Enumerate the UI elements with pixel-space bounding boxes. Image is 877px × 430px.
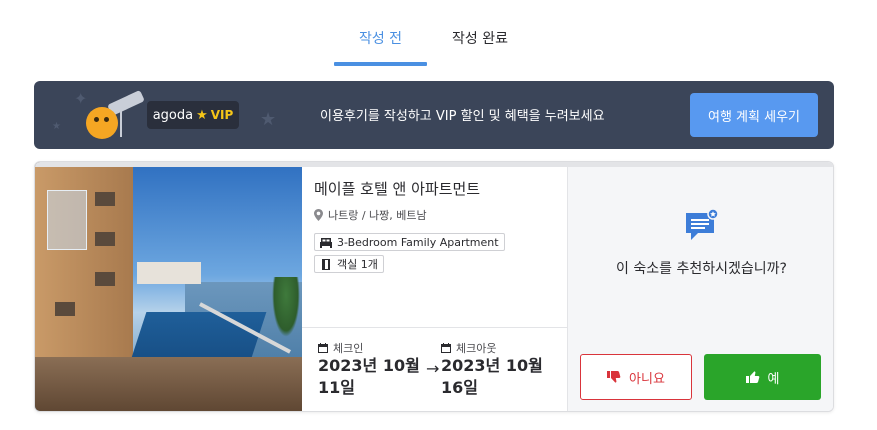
hotel-photo[interactable] bbox=[35, 162, 302, 411]
hotel-location: 나트랑 / 나짱, 베트남 bbox=[314, 207, 427, 223]
calendar-icon bbox=[318, 343, 328, 353]
vip-label: VIP bbox=[210, 108, 234, 122]
photo-deck bbox=[35, 357, 302, 411]
yes-label: 예 bbox=[767, 371, 780, 387]
banner-message: 이용후기를 작성하고 VIP 할인 및 혜택을 누려보세요 bbox=[320, 109, 605, 124]
room-type-tag: 3-Bedroom Family Apartment bbox=[314, 233, 505, 251]
checkin-label: 체크인 bbox=[318, 340, 363, 356]
location-text: 나트랑 / 나짱, 베트남 bbox=[328, 209, 427, 222]
booking-review-card: 메이플 호텔 앤 아파트먼트 나트랑 / 나짱, 베트남 3-Bedroom F… bbox=[34, 161, 834, 412]
photo-glass-balcony bbox=[47, 190, 87, 250]
info-divider bbox=[302, 327, 568, 328]
map-pin-icon bbox=[314, 209, 323, 221]
star-eyes-emoji-icon bbox=[86, 107, 118, 139]
thumbs-down-icon bbox=[607, 371, 621, 383]
checkout-date: 2023년 10월 16일 bbox=[441, 356, 543, 397]
telescope-stand bbox=[120, 111, 122, 137]
checkout-label-text: 체크아웃 bbox=[456, 342, 497, 355]
checkout-label: 체크아웃 bbox=[441, 340, 496, 356]
photo-palm bbox=[272, 277, 300, 337]
recommend-question: 이 숙소를 추천하시겠습니까? bbox=[616, 261, 787, 277]
recommend-no-button[interactable]: 아니요 bbox=[580, 354, 692, 400]
star-icon: ✦ bbox=[74, 89, 88, 108]
calendar-icon bbox=[441, 343, 451, 353]
agoda-brand-text: agoda bbox=[152, 107, 194, 123]
photo-tower bbox=[137, 262, 201, 284]
recommend-yes-button[interactable]: 예 bbox=[704, 354, 821, 400]
tab-written[interactable]: 작성 완료 bbox=[440, 28, 520, 66]
plan-trip-button[interactable]: 여행 계획 세우기 bbox=[690, 93, 818, 137]
recommend-panel: 이 숙소를 추천하시겠습니까? 아니요 예 bbox=[568, 167, 833, 411]
thumbs-up-icon bbox=[745, 371, 759, 383]
hotel-name[interactable]: 메이플 호텔 앤 아파트먼트 bbox=[314, 178, 480, 199]
door-icon bbox=[322, 258, 330, 270]
review-chat-icon bbox=[686, 209, 719, 240]
tab-not-written[interactable]: 작성 전 bbox=[334, 28, 427, 66]
room-count-text: 객실 1개 bbox=[337, 258, 378, 271]
active-tab-underline bbox=[334, 62, 427, 66]
star-icon: ★ bbox=[52, 121, 61, 132]
agoda-vip-logo: agoda ★ VIP bbox=[147, 101, 239, 129]
booking-info: 메이플 호텔 앤 아파트먼트 나트랑 / 나짱, 베트남 3-Bedroom F… bbox=[302, 162, 568, 411]
room-type-text: 3-Bedroom Family Apartment bbox=[337, 235, 499, 249]
card-top-accent bbox=[35, 162, 833, 167]
vip-promo-banner: ✦ ★ ★ agoda ★ VIP 이용후기를 작성하고 VIP 할인 및 혜택… bbox=[34, 81, 834, 149]
star-icon: ★ bbox=[260, 109, 277, 130]
vip-star-icon: ★ bbox=[196, 107, 208, 123]
arrow-right-icon: → bbox=[426, 359, 440, 378]
bed-icon bbox=[320, 237, 332, 248]
no-label: 아니요 bbox=[629, 371, 665, 387]
checkin-date: 2023년 10월 11일 bbox=[318, 356, 420, 397]
room-count-tag: 객실 1개 bbox=[314, 255, 384, 273]
review-tabs: 작성 전 작성 완료 bbox=[0, 18, 877, 66]
checkin-label-text: 체크인 bbox=[333, 342, 364, 355]
